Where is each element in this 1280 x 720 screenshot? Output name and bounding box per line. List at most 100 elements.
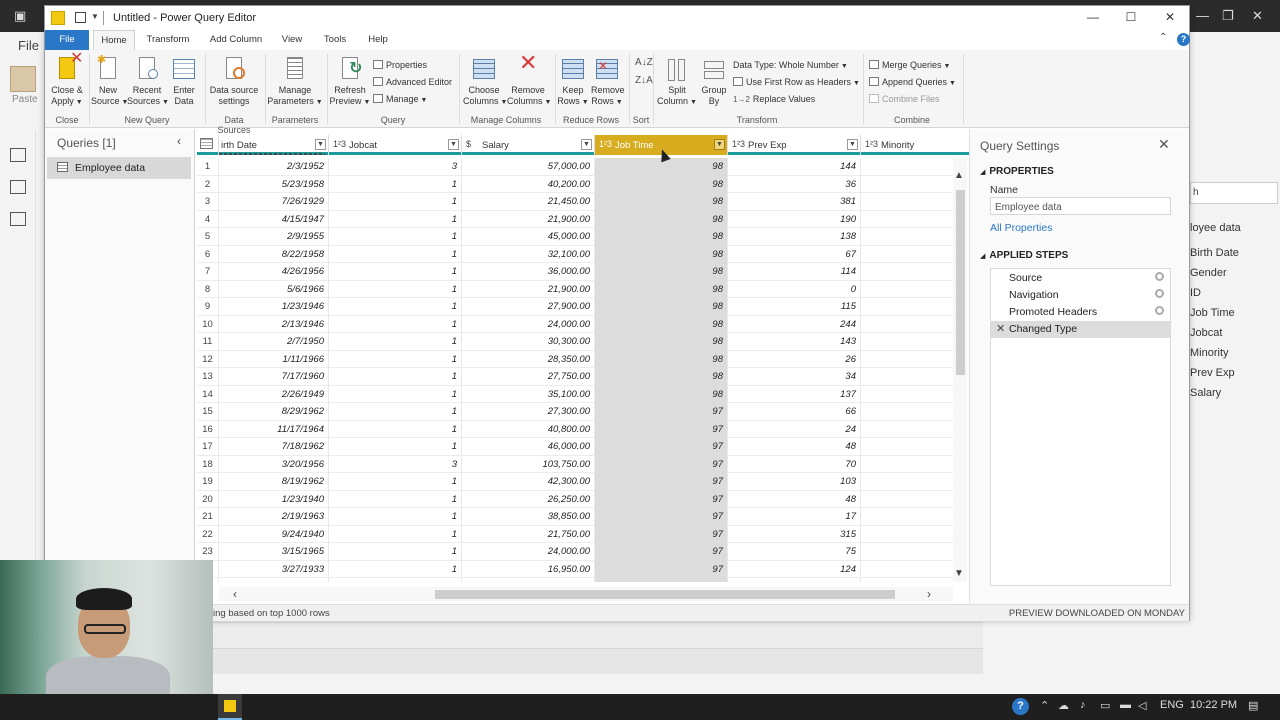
salary-cell[interactable]: 103,750.00: [462, 455, 595, 473]
row-number[interactable]: 7: [197, 263, 219, 281]
jobcat-cell[interactable]: 1: [329, 333, 462, 351]
salary-cell[interactable]: 21,900.00: [462, 280, 595, 298]
job-time-cell[interactable]: 98: [595, 245, 728, 263]
whole-number-type-icon[interactable]: 1²3: [865, 139, 878, 149]
birth-date-cell[interactable]: 7/1/1942: [219, 578, 329, 582]
manage-parameters-button[interactable]: Manage Parameters ▼: [267, 55, 323, 108]
report-view-icon[interactable]: [10, 148, 26, 162]
prev-exp-cell[interactable]: 34: [728, 368, 861, 386]
background-field[interactable]: Gender: [1190, 267, 1227, 279]
row-number[interactable]: 1: [197, 158, 219, 176]
salary-cell[interactable]: 21,450.00: [462, 193, 595, 211]
help-icon[interactable]: ?: [1177, 33, 1190, 46]
birth-date-cell[interactable]: 1/23/1946: [219, 298, 329, 316]
minority-cell[interactable]: [861, 490, 957, 508]
vertical-scroll-thumb[interactable]: [956, 190, 965, 375]
step-promoted-headers[interactable]: Promoted Headers: [991, 304, 1170, 321]
prev-exp-cell[interactable]: 24: [728, 420, 861, 438]
step-settings-gear-icon[interactable]: [1155, 306, 1164, 315]
salary-cell[interactable]: 42,300.00: [462, 473, 595, 491]
background-field[interactable]: loyee data: [1190, 222, 1241, 234]
query-item-employee-data[interactable]: Employee data: [47, 157, 191, 179]
jobcat-cell[interactable]: 1: [329, 420, 462, 438]
refresh-preview-button[interactable]: ↻ Refresh Preview ▼: [329, 55, 371, 108]
row-number[interactable]: 10: [197, 315, 219, 333]
filter-dropdown-icon[interactable]: ▼: [315, 139, 326, 150]
birth-date-cell[interactable]: 8/19/1962: [219, 473, 329, 491]
job-time-cell[interactable]: 98: [595, 280, 728, 298]
background-minimize-button[interactable]: —: [1196, 8, 1209, 23]
row-number[interactable]: 20: [197, 490, 219, 508]
use-first-row-headers-button[interactable]: Use First Row as Headers ▼: [733, 75, 860, 89]
scroll-up-icon[interactable]: ▲: [954, 170, 964, 181]
collapse-ribbon-icon[interactable]: ⌃: [1159, 32, 1167, 43]
minority-cell[interactable]: [861, 193, 957, 211]
birth-date-cell[interactable]: 8/29/1962: [219, 403, 329, 421]
jobcat-cell[interactable]: 3: [329, 158, 462, 176]
row-number[interactable]: 11: [197, 333, 219, 351]
minority-cell[interactable]: [861, 298, 957, 316]
manage-button[interactable]: Manage ▼: [373, 92, 427, 106]
minority-cell[interactable]: [861, 350, 957, 368]
background-close-button[interactable]: ✕: [1252, 8, 1263, 24]
background-field[interactable]: Jobcat: [1190, 327, 1222, 339]
data-type-dropdown[interactable]: Data Type: Whole Number ▼: [733, 58, 848, 72]
jobcat-cell[interactable]: 1: [329, 298, 462, 316]
tray-battery-icon[interactable]: ▬: [1120, 699, 1131, 711]
salary-cell[interactable]: 21,900.00: [462, 210, 595, 228]
row-number[interactable]: 14: [197, 385, 219, 403]
job-time-cell[interactable]: 98: [595, 368, 728, 386]
tab-home[interactable]: Home: [93, 30, 135, 50]
jobcat-cell[interactable]: 1: [329, 228, 462, 246]
background-restore-button[interactable]: ❐: [1222, 8, 1234, 24]
row-number[interactable]: 16: [197, 420, 219, 438]
filter-dropdown-icon[interactable]: ▼: [847, 139, 858, 150]
row-number[interactable]: 5: [197, 228, 219, 246]
background-file-menu[interactable]: File: [18, 38, 39, 53]
minority-cell[interactable]: [861, 438, 957, 456]
salary-cell[interactable]: 32,100.00: [462, 245, 595, 263]
salary-cell[interactable]: 21,150.00: [462, 578, 595, 582]
background-field[interactable]: ID: [1190, 287, 1201, 299]
tray-volume-icon[interactable]: ◁: [1138, 699, 1146, 712]
birth-date-cell[interactable]: 1/23/1940: [219, 490, 329, 508]
filter-dropdown-icon[interactable]: ▼: [448, 139, 459, 150]
job-time-cell[interactable]: 98: [595, 175, 728, 193]
properties-section-header[interactable]: ◢ PROPERTIES: [980, 166, 1054, 177]
prev-exp-cell[interactable]: 26: [728, 350, 861, 368]
salary-cell[interactable]: 27,300.00: [462, 403, 595, 421]
row-number[interactable]: 6: [197, 245, 219, 263]
data-source-settings-button[interactable]: Data source settings: [207, 55, 261, 107]
new-source-button[interactable]: ✱ New Source ▼: [91, 55, 128, 108]
birth-date-cell[interactable]: 3/20/1956: [219, 455, 329, 473]
salary-cell[interactable]: 46,000.00: [462, 438, 595, 456]
minority-cell[interactable]: [861, 228, 957, 246]
filter-dropdown-icon[interactable]: ▼: [714, 139, 725, 150]
step-settings-gear-icon[interactable]: [1155, 289, 1164, 298]
birth-date-cell[interactable]: 2/13/1946: [219, 315, 329, 333]
background-fields-search[interactable]: h: [1190, 182, 1278, 204]
birth-date-cell[interactable]: 1/11/1966: [219, 350, 329, 368]
job-time-cell[interactable]: 97: [595, 508, 728, 526]
row-number[interactable]: 13: [197, 368, 219, 386]
collapse-queries-icon[interactable]: ‹: [177, 134, 181, 148]
prev-exp-cell[interactable]: 114: [728, 263, 861, 281]
jobcat-cell[interactable]: 1: [329, 438, 462, 456]
scroll-left-icon[interactable]: ‹: [233, 587, 237, 601]
salary-cell[interactable]: 16,950.00: [462, 560, 595, 578]
salary-cell[interactable]: 27,750.00: [462, 368, 595, 386]
minority-cell[interactable]: [861, 455, 957, 473]
jobcat-cell[interactable]: 3: [329, 455, 462, 473]
birth-date-cell[interactable]: 2/3/1952: [219, 158, 329, 176]
vertical-scrollbar[interactable]: ▲ ▼: [953, 158, 967, 582]
salary-cell[interactable]: 35,100.00: [462, 385, 595, 403]
row-number[interactable]: 21: [197, 508, 219, 526]
minority-cell[interactable]: [861, 368, 957, 386]
jobcat-cell[interactable]: 1: [329, 368, 462, 386]
minority-cell[interactable]: [861, 158, 957, 176]
prev-exp-cell[interactable]: 381: [728, 193, 861, 211]
remove-rows-button[interactable]: ✕ Remove Rows ▼: [591, 55, 625, 108]
select-all-corner[interactable]: [197, 135, 219, 155]
minimize-button[interactable]: —: [1081, 10, 1105, 26]
save-icon[interactable]: [75, 12, 86, 23]
